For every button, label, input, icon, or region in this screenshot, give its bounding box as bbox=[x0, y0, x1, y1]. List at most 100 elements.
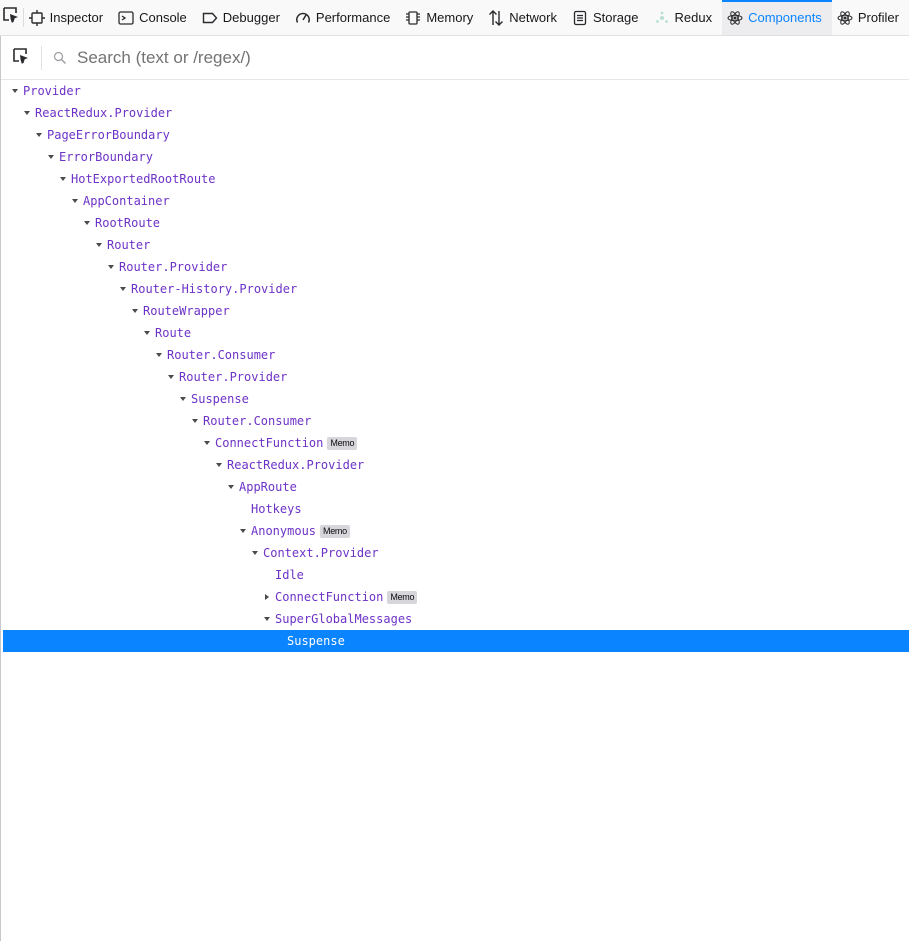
component-tree: Provider ReactRedux.Provider PageErrorBoun… bbox=[3, 80, 909, 652]
tab-profiler[interactable]: Profiler bbox=[832, 0, 909, 35]
component-name-label: Router.Consumer bbox=[203, 414, 312, 428]
expand-arrow-icon[interactable] bbox=[22, 102, 32, 124]
component-name: ConnectFunction Memo bbox=[275, 586, 418, 608]
component-name: ReactRedux.Provider bbox=[35, 102, 172, 124]
tree-node[interactable]: AppContainer bbox=[3, 190, 909, 212]
tree-node[interactable]: RouteWrapper bbox=[3, 300, 909, 322]
tree-node[interactable]: HotExportedRootRoute bbox=[3, 168, 909, 190]
collapse-arrow-icon[interactable] bbox=[262, 586, 272, 608]
tab-inspector-label: Inspector bbox=[49, 10, 104, 25]
component-name: AppContainer bbox=[83, 190, 170, 212]
expand-arrow-icon[interactable] bbox=[46, 146, 56, 168]
element-picker-button[interactable] bbox=[0, 0, 23, 35]
tree-node[interactable]: ReactRedux.Provider bbox=[3, 454, 909, 476]
expand-arrow-icon[interactable] bbox=[118, 278, 128, 300]
tree-node[interactable]: Router bbox=[3, 234, 909, 256]
tree-node[interactable]: Router.Provider bbox=[3, 366, 909, 388]
tab-console[interactable]: Console bbox=[113, 0, 197, 35]
expand-arrow-icon[interactable] bbox=[214, 454, 224, 476]
expand-arrow-icon[interactable] bbox=[202, 432, 212, 454]
tree-node[interactable]: ConnectFunction Memo bbox=[3, 432, 909, 454]
tab-storage[interactable]: Storage bbox=[567, 0, 649, 35]
component-name-label: Router bbox=[107, 238, 151, 252]
component-picker-button[interactable] bbox=[1, 37, 41, 80]
expand-arrow-icon[interactable] bbox=[10, 80, 20, 102]
component-name: Context.Provider bbox=[263, 542, 379, 564]
tree-node[interactable]: Anonymous Memo bbox=[3, 520, 909, 542]
redux-icon bbox=[654, 10, 670, 26]
component-name-label: SuperGlobalMessages bbox=[275, 612, 413, 626]
component-name-label: ReactRedux.Provider bbox=[227, 458, 365, 472]
component-name: Hotkeys bbox=[251, 498, 302, 520]
expand-arrow-icon[interactable] bbox=[34, 124, 44, 146]
tree-node[interactable]: ReactRedux.Provider bbox=[3, 102, 909, 124]
element-picker-icon bbox=[2, 6, 20, 29]
tree-node[interactable]: Suspense bbox=[3, 630, 909, 652]
expand-arrow-icon[interactable] bbox=[262, 608, 272, 630]
expand-arrow-icon[interactable] bbox=[130, 300, 140, 322]
tree-node[interactable]: Hotkeys bbox=[3, 498, 909, 520]
component-name: HotExportedRootRoute bbox=[71, 168, 216, 190]
tree-node[interactable]: Router.Consumer bbox=[3, 410, 909, 432]
expand-arrow-icon[interactable] bbox=[250, 542, 260, 564]
expand-arrow-icon[interactable] bbox=[70, 190, 80, 212]
tab-components[interactable]: Components bbox=[722, 0, 832, 35]
tree-node[interactable]: PageErrorBoundary bbox=[3, 124, 909, 146]
tab-inspector[interactable]: Inspector bbox=[24, 0, 113, 35]
component-name: PageErrorBoundary bbox=[47, 124, 170, 146]
network-icon bbox=[488, 9, 504, 26]
tree-node[interactable]: Provider bbox=[3, 80, 909, 102]
tree-node[interactable]: Router.Provider bbox=[3, 256, 909, 278]
tree-node[interactable]: Router-History.Provider bbox=[3, 278, 909, 300]
expand-arrow-icon[interactable] bbox=[226, 476, 236, 498]
tab-network[interactable]: Network bbox=[483, 0, 567, 35]
component-name-label: Suspense bbox=[287, 634, 345, 648]
tab-performance[interactable]: Performance bbox=[290, 0, 400, 35]
tab-redux[interactable]: Redux bbox=[649, 0, 723, 35]
expand-arrow-icon[interactable] bbox=[166, 366, 176, 388]
search-icon bbox=[53, 51, 67, 65]
expand-arrow-icon[interactable] bbox=[82, 212, 92, 234]
component-name: Suspense bbox=[287, 630, 345, 652]
tab-network-label: Network bbox=[509, 10, 557, 25]
expand-arrow-icon[interactable] bbox=[142, 322, 152, 344]
tree-node[interactable]: Router.Consumer bbox=[3, 344, 909, 366]
component-name-label: HotExportedRootRoute bbox=[71, 172, 216, 186]
component-name: Route bbox=[155, 322, 191, 344]
tab-memory[interactable]: Memory bbox=[400, 0, 483, 35]
tab-debugger-label: Debugger bbox=[222, 10, 280, 25]
devtools-toolbar: Inspector Console Debugger Performance M… bbox=[0, 0, 909, 36]
expand-arrow-icon[interactable] bbox=[94, 234, 104, 256]
tree-node[interactable]: ConnectFunction Memo bbox=[3, 586, 909, 608]
component-name-label: ConnectFunction bbox=[275, 590, 384, 604]
search-input[interactable] bbox=[75, 47, 779, 69]
expand-arrow-icon[interactable] bbox=[58, 168, 68, 190]
expand-arrow-icon[interactable] bbox=[178, 388, 188, 410]
debugger-icon bbox=[202, 10, 218, 26]
tab-debugger[interactable]: Debugger bbox=[197, 0, 290, 35]
expand-arrow-icon[interactable] bbox=[238, 520, 248, 542]
component-name-label: Router.Provider bbox=[179, 370, 288, 384]
inspector-icon bbox=[28, 9, 45, 26]
component-name-label: Router-History.Provider bbox=[131, 282, 298, 296]
component-name-label: Route bbox=[155, 326, 192, 340]
expand-arrow-icon[interactable] bbox=[106, 256, 116, 278]
tree-node[interactable]: RootRoute bbox=[3, 212, 909, 234]
component-name-label: Provider bbox=[23, 84, 81, 98]
select-element-icon bbox=[12, 47, 30, 70]
tree-node[interactable]: Idle bbox=[3, 564, 909, 586]
tree-node[interactable]: SuperGlobalMessages bbox=[3, 608, 909, 630]
component-name: SuperGlobalMessages bbox=[275, 608, 412, 630]
expand-arrow-icon[interactable] bbox=[190, 410, 200, 432]
expand-arrow-icon[interactable] bbox=[154, 344, 164, 366]
component-name-label: Hotkeys bbox=[251, 502, 302, 516]
component-name-label: ConnectFunction bbox=[215, 436, 324, 450]
component-name: Router.Consumer bbox=[167, 344, 275, 366]
tree-node[interactable]: AppRoute bbox=[3, 476, 909, 498]
component-search-bar bbox=[1, 37, 909, 80]
tree-node[interactable]: ErrorBoundary bbox=[3, 146, 909, 168]
tree-node[interactable]: Context.Provider bbox=[3, 542, 909, 564]
tree-node[interactable]: Route bbox=[3, 322, 909, 344]
tab-performance-label: Performance bbox=[315, 10, 391, 25]
tree-node[interactable]: Suspense bbox=[3, 388, 909, 410]
